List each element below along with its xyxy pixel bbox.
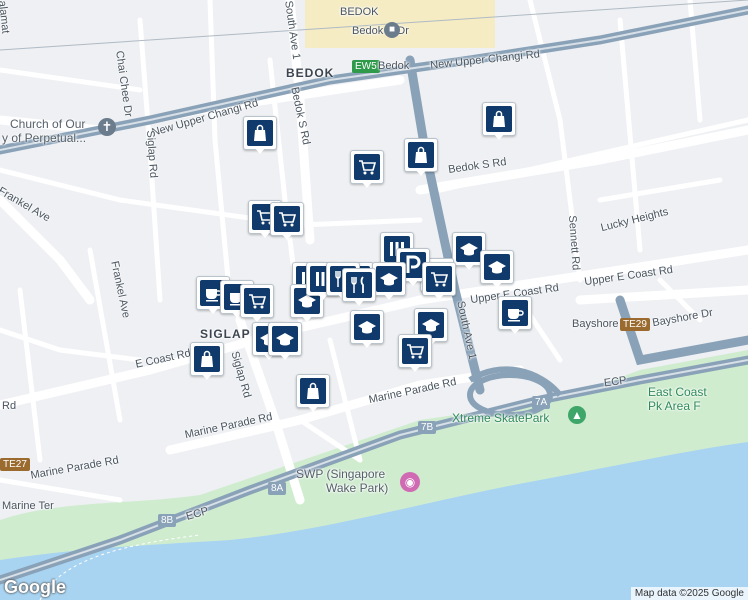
pin-school-6[interactable]: [350, 310, 384, 350]
pin-tail: [361, 181, 373, 188]
pin-shopping-cart-6[interactable]: [240, 284, 274, 324]
campus-area: [305, 0, 495, 48]
pin-tail: [415, 169, 427, 176]
pin-frame: [268, 322, 302, 356]
pin-tail: [301, 315, 313, 322]
pin-shopping-cart-5[interactable]: [422, 262, 456, 302]
pin-tail: [433, 293, 445, 300]
mrt-station-icon[interactable]: ■: [384, 22, 400, 38]
shopping-bag-icon: [194, 346, 220, 372]
pin-frame: [422, 262, 456, 296]
school-icon: [376, 266, 402, 292]
pin-shopping-bag-1[interactable]: [243, 116, 277, 156]
bedok-station-label: Bedok: [378, 60, 410, 72]
bedok-campus-label: BEDOK: [340, 6, 379, 18]
pin-tail: [463, 263, 475, 270]
pin-frame: [482, 102, 516, 136]
pin-frame: [350, 310, 384, 344]
school-icon: [484, 254, 510, 280]
east-coast-label-1[interactable]: East Coast: [648, 386, 707, 398]
shopping-bag-icon: [300, 378, 326, 404]
pin-frame: [372, 262, 406, 296]
map-canvas[interactable]: BEDOK Bedok N Dr BEDOK ■ EW5 Bedok New U…: [0, 0, 748, 600]
pin-frame: [480, 250, 514, 284]
exit-8a-badge: 8A: [268, 482, 287, 495]
pin-frame: [398, 334, 432, 368]
ew5-station-badge[interactable]: EW5: [352, 60, 380, 73]
shopping-cart-icon: [426, 266, 452, 292]
bedok-area-label: BEDOK: [286, 66, 335, 80]
pin-frame: [404, 138, 438, 172]
pin-tail: [409, 365, 421, 372]
pin-frame: [296, 374, 330, 408]
pin-frame: [240, 284, 274, 318]
pin-tail: [281, 233, 293, 240]
pin-tail: [383, 293, 395, 300]
pin-shopping-bag-2[interactable]: [482, 102, 516, 142]
pin-shopping-bag-3[interactable]: [404, 138, 438, 178]
shopping-cart-icon: [244, 288, 270, 314]
pin-tail: [307, 405, 319, 412]
shopping-cart-icon: [274, 206, 300, 232]
rd-left-label: Rd: [2, 400, 17, 412]
exit-8b-badge: 8B: [158, 514, 177, 527]
school-icon: [272, 326, 298, 352]
pin-frame: [350, 150, 384, 184]
church-icon[interactable]: ✝: [98, 118, 116, 136]
pin-shopping-cart-3[interactable]: [270, 202, 304, 242]
pin-shopping-bag-4[interactable]: [190, 342, 224, 382]
pin-tail: [493, 133, 505, 140]
swp-label-line1[interactable]: SWP (Singapore: [296, 468, 385, 480]
pin-tail: [361, 341, 373, 348]
pin-tail: [407, 279, 419, 286]
pin-shopping-bag-5[interactable]: [296, 374, 330, 414]
exit-7b-badge: 7B: [418, 421, 437, 434]
marine-ter-label: Marine Ter: [2, 500, 54, 512]
east-coast-label-2[interactable]: Pk Area F: [648, 400, 701, 412]
pin-tail: [251, 315, 263, 322]
cafe-icon: [502, 300, 528, 326]
xtreme-skatepark-label[interactable]: Xtreme SkatePark: [452, 412, 549, 424]
bayshore-label: Bayshore: [572, 318, 619, 330]
swp-label-line2[interactable]: Wake Park): [326, 482, 388, 494]
pin-school-8[interactable]: [268, 322, 302, 362]
restaurant-icon: [346, 272, 372, 298]
shopping-cart-icon: [354, 154, 380, 180]
pin-frame: [190, 342, 224, 376]
exit-7a-badge: 7A: [532, 396, 551, 409]
pin-frame: [270, 202, 304, 236]
pin-tail: [509, 327, 521, 334]
pin-tail: [201, 373, 213, 380]
shopping-bag-icon: [486, 106, 512, 132]
school-icon: [354, 314, 380, 340]
siglap-area-label: SIGLAP: [200, 327, 251, 341]
te27-station-badge[interactable]: TE27: [0, 458, 30, 471]
pin-school-3[interactable]: [372, 262, 406, 302]
pin-tail: [353, 299, 365, 306]
bedok-n-dr-label: Bedok N Dr: [352, 25, 409, 37]
pin-frame: [342, 268, 376, 302]
map-attribution[interactable]: Map data ©2025 Google: [630, 587, 748, 600]
pin-restaurant-3[interactable]: [342, 268, 376, 308]
shopping-bag-icon: [408, 142, 434, 168]
google-logo: Google: [4, 577, 66, 597]
te29-station-badge[interactable]: TE29: [620, 318, 650, 331]
school-icon: [456, 236, 482, 262]
shopping-bag-icon: [247, 120, 273, 146]
pin-cafe-3[interactable]: [498, 296, 532, 336]
pin-tail: [254, 147, 266, 154]
pin-tail: [207, 307, 219, 314]
pin-tail: [279, 353, 291, 360]
pin-frame: [243, 116, 277, 150]
church-label-line2[interactable]: y of Perpetual...: [2, 132, 86, 144]
pin-school-2[interactable]: [480, 250, 514, 290]
pin-shopping-cart-7[interactable]: [398, 334, 432, 374]
pin-tail: [491, 281, 503, 288]
attraction-icon[interactable]: ◉: [400, 472, 420, 492]
pin-frame: [498, 296, 532, 330]
shopping-cart-icon: [402, 338, 428, 364]
pin-shopping-cart-1[interactable]: [350, 150, 384, 190]
church-label-line1[interactable]: Church of Our: [10, 118, 85, 130]
park-icon[interactable]: ▲: [568, 406, 586, 424]
